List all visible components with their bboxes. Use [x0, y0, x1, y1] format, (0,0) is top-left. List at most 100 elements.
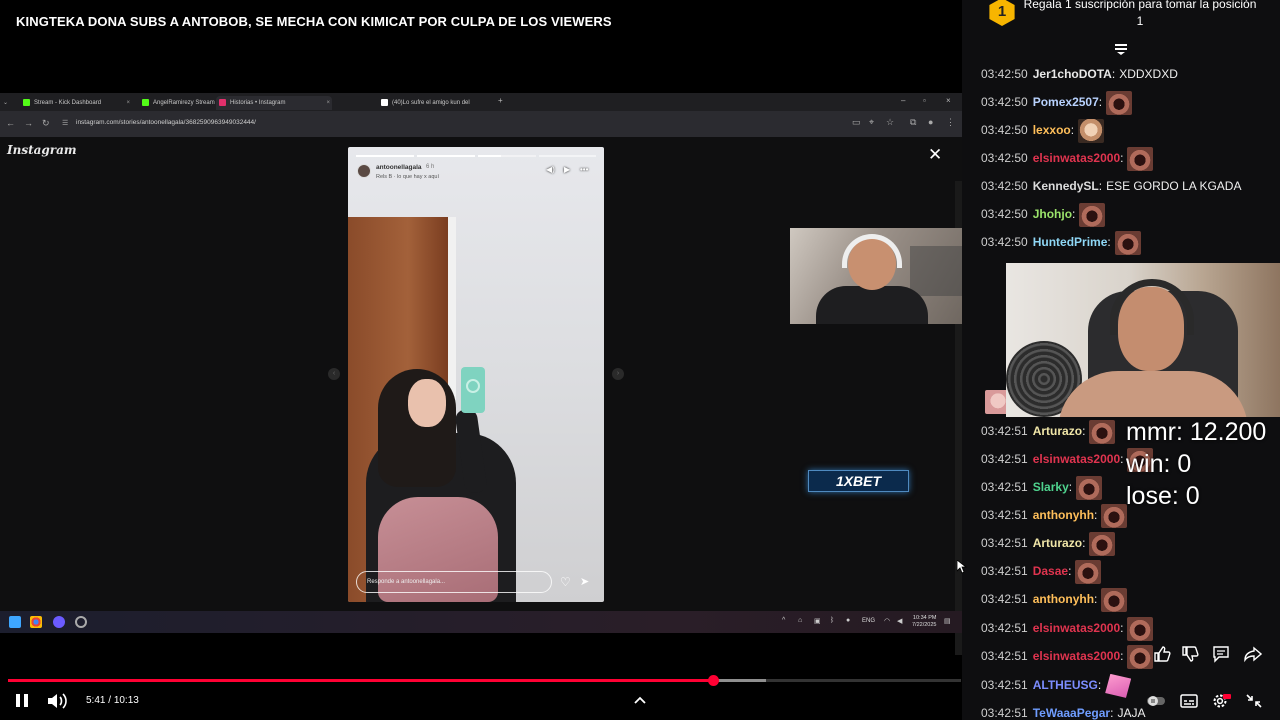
dislike-icon[interactable]: [1181, 645, 1199, 663]
emote-icon: [1078, 118, 1105, 143]
chat-username[interactable]: Jer1choDOTA: [1033, 67, 1112, 81]
chat-username[interactable]: elsinwatas2000: [1033, 649, 1120, 663]
chat-message[interactable]: 03:42:50 lexxoo:: [981, 118, 1105, 143]
emote-icon: [1127, 146, 1154, 171]
progress-scrubber-handle[interactable]: [708, 675, 720, 686]
minimize-icon: –: [901, 96, 906, 105]
chat-message[interactable]: 03:42:51 TeWaaaPegar: JAJA: [981, 701, 1145, 720]
volume-icon[interactable]: [46, 692, 68, 710]
story-song: Rels B · lo que hay x aquí: [376, 174, 439, 180]
tray-volume-icon: ◀: [897, 618, 903, 625]
emote-icon: [1089, 531, 1116, 556]
chat-username[interactable]: Jhohjo: [1033, 207, 1072, 221]
screen-capture-browser: ⌄ Stream - Kick Dashboard × AngelRamirez…: [0, 93, 962, 655]
like-icon[interactable]: [1153, 645, 1171, 663]
chat-username[interactable]: lexxoo: [1033, 123, 1071, 137]
chat-colon: :: [1098, 179, 1103, 193]
chat-timestamp: 03:42:51: [981, 508, 1028, 522]
chat-username[interactable]: HuntedPrime: [1033, 235, 1108, 249]
chat-message[interactable]: 03:42:51 Dasae:: [981, 559, 1102, 584]
chat-timestamp: 03:42:51: [981, 649, 1028, 663]
chat-timestamp: 03:42:50: [981, 95, 1028, 109]
chat-message[interactable]: 03:42:51 anthonyhh:: [981, 587, 1128, 612]
chat-username[interactable]: Arturazo: [1033, 424, 1082, 438]
collapse-pinned-icon[interactable]: [1114, 43, 1128, 55]
chat-message[interactable]: 03:42:51 ALTHEUSG:: [981, 673, 1132, 698]
autoplay-toggle[interactable]: [1146, 692, 1166, 710]
rank-badge: 1: [989, 0, 1015, 26]
chat-username[interactable]: ALTHEUSG: [1033, 678, 1098, 692]
exit-fullscreen-icon[interactable]: [1244, 692, 1264, 710]
pause-bar: [24, 694, 28, 707]
browser-address-bar: ← → ↻ ☰ instagram.com/stories/antoonella…: [0, 111, 962, 137]
chat-message[interactable]: 03:42:50 Jer1choDOTA: XDDXDXD: [981, 62, 1178, 86]
chat-username[interactable]: Slarky: [1033, 480, 1069, 494]
story-progress-segment: [417, 155, 475, 157]
chat-message[interactable]: 03:42:51 anthonyhh:: [981, 503, 1128, 528]
previous-story-icon: ‹: [328, 368, 340, 380]
chat-username[interactable]: elsinwatas2000: [1033, 452, 1120, 466]
chat-timestamp: 03:42:51: [981, 621, 1028, 635]
chat-message[interactable]: 03:42:51 Arturazo:: [981, 419, 1116, 444]
emote-icon: [1076, 475, 1103, 500]
chat-username[interactable]: Dasae: [1033, 564, 1068, 578]
chat-username[interactable]: anthonyhh: [1033, 592, 1094, 606]
chat-username[interactable]: Pomex2507: [1033, 95, 1099, 109]
video-player[interactable]: KINGTEKA DONA SUBS A ANTOBOB, SE MECHA C…: [0, 0, 1280, 720]
chat-username[interactable]: KennedySL: [1033, 179, 1099, 193]
story-image-phone-camera: [466, 379, 480, 393]
captions-icon[interactable]: [1179, 692, 1199, 710]
chat-timestamp: 03:42:50: [981, 179, 1028, 193]
chat-colon: :: [1107, 235, 1111, 249]
cam-person-body: [816, 286, 928, 324]
chat-username[interactable]: TeWaaaPegar: [1033, 706, 1110, 720]
chat-text: XDDXDXD: [1119, 67, 1178, 81]
emote-icon: [1106, 90, 1133, 115]
tray-chevron-icon: ^: [782, 617, 786, 624]
chat-colon: :: [1097, 678, 1102, 692]
tab-label: Historias • Instagram: [230, 100, 286, 106]
settings-gear-icon[interactable]: [1211, 692, 1231, 710]
chat-message[interactable]: 03:42:50 KennedySL: ESE GORDO LA KGADA: [981, 174, 1241, 198]
tab-instagram-stories: Historias • Instagram ×: [216, 96, 332, 110]
current-time: 5:41: [86, 695, 106, 706]
headphones-icon: [1110, 279, 1194, 335]
chat-colon: :: [1120, 452, 1124, 466]
chat-message[interactable]: 03:42:50 Jhohjo:: [981, 202, 1106, 227]
cam-background-chair: [910, 246, 962, 296]
tab-angelramirezy: AngelRamirezy Stream: [139, 96, 215, 110]
tab-tiktok: (40)Lo sufre el amigo kun del: [378, 96, 482, 110]
story-frame: antoonellagala 6 h Rels B · lo que hay x…: [348, 147, 604, 602]
chat-username[interactable]: anthonyhh: [1033, 508, 1094, 522]
tiktok-icon: [381, 99, 388, 106]
share-icon[interactable]: [1244, 645, 1262, 663]
chat-message[interactable]: 03:42:51 Arturazo:: [981, 531, 1116, 556]
video-progress-bar[interactable]: [8, 675, 961, 686]
kick-icon: [142, 99, 149, 106]
tab-search-icon: ⌄: [3, 100, 9, 106]
chat-message[interactable]: 03:42:51 elsinwatas2000:: [981, 644, 1154, 669]
comment-icon[interactable]: [1212, 645, 1230, 663]
more-options-icon: •••: [580, 165, 589, 174]
story-progress-segment: [478, 155, 536, 157]
chat-username[interactable]: Arturazo: [1033, 536, 1082, 550]
chat-timestamp: 03:42:51: [981, 536, 1028, 550]
profile-icon: ●: [928, 117, 934, 127]
chat-colon: :: [1094, 508, 1098, 522]
reload-icon: ↻: [42, 118, 50, 128]
tab-label: (40)Lo sufre el amigo kun del: [392, 100, 470, 106]
tab-label: AngelRamirezy Stream: [153, 100, 215, 106]
chat-message[interactable]: 03:42:50 HuntedPrime:: [981, 230, 1141, 255]
chat-message[interactable]: 03:42:51 Slarky:: [981, 475, 1103, 500]
stat-win: win: 0: [1126, 450, 1192, 478]
pinned-gift-banner[interactable]: 1 Regala 1 suscripción para tomar la pos…: [962, 0, 1280, 55]
chevron-up-icon[interactable]: [633, 693, 647, 707]
chat-message[interactable]: 03:42:50 Pomex2507:: [981, 90, 1133, 115]
avatar: [357, 164, 371, 178]
pause-button[interactable]: [14, 692, 30, 710]
chat-message[interactable]: 03:42:50 elsinwatas2000:: [981, 146, 1154, 171]
chat-username[interactable]: elsinwatas2000: [1033, 151, 1120, 165]
chat-message[interactable]: 03:42:51 elsinwatas2000:: [981, 616, 1154, 641]
new-tab-icon: +: [498, 96, 503, 105]
chat-username[interactable]: elsinwatas2000: [1033, 621, 1120, 635]
